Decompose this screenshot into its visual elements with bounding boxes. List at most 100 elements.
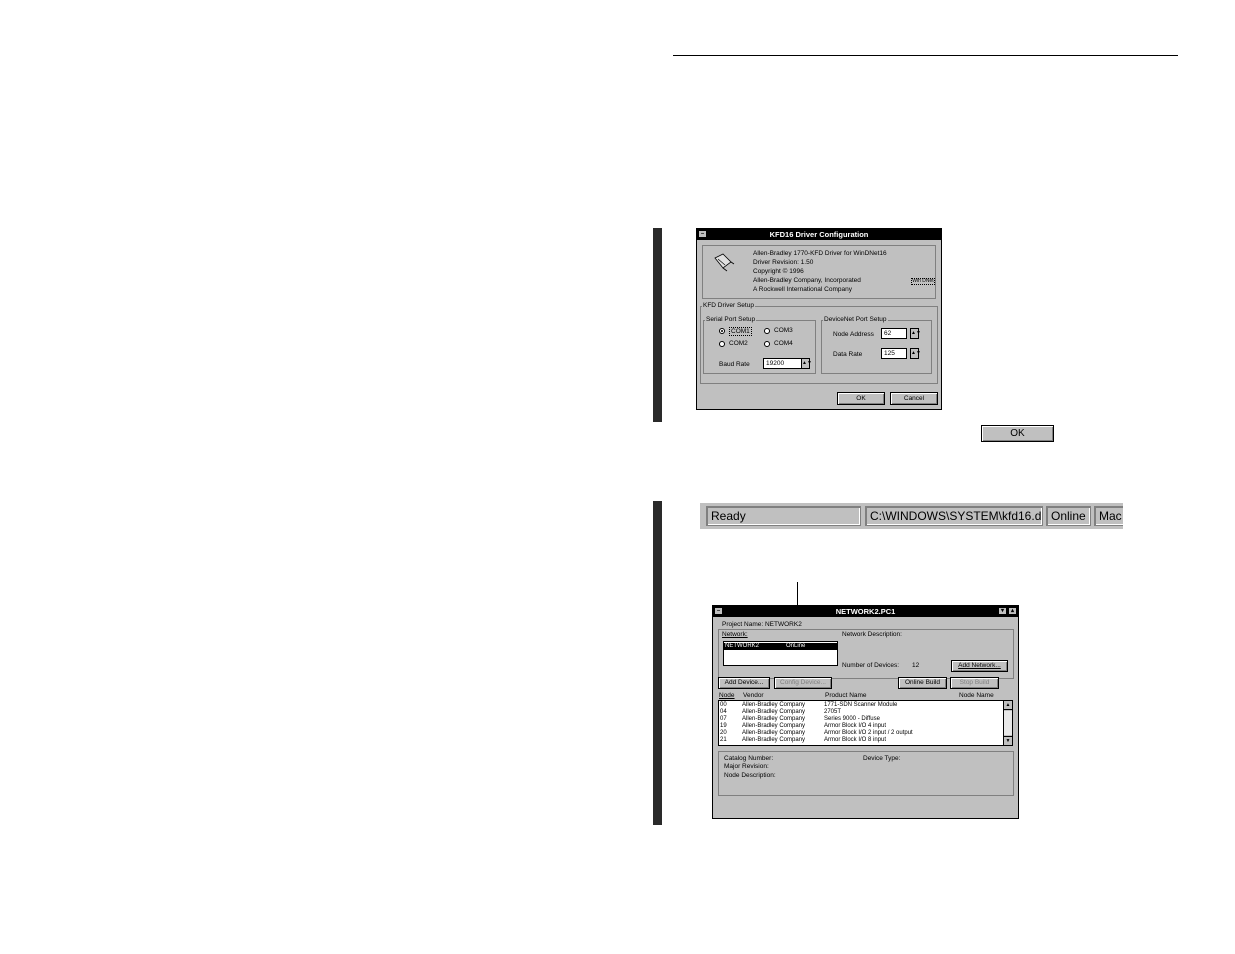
column-vendor: Vendor [743, 692, 764, 699]
dialog-title: KFD16 Driver Configuration [769, 230, 869, 239]
online-build-button[interactable]: Online Build [898, 677, 947, 689]
config-device-button[interactable]: Config Device... [774, 677, 832, 689]
row-product: 1771-SDN Scanner Module [824, 702, 898, 708]
windnet-logo: Win DNet [911, 278, 935, 285]
table-row[interactable]: 20 Allen-Bradley Company Armor Block I/O… [719, 730, 1004, 737]
node-description-label: Node Description: [724, 772, 776, 779]
row-vendor: Allen-Bradley Company [742, 702, 806, 708]
radio-com2[interactable] [719, 341, 725, 347]
device-type-label: Device Type: [863, 755, 901, 762]
row-node: 04 [720, 709, 727, 715]
number-of-devices-value: 12 [912, 662, 920, 669]
row-vendor: Allen-Bradley Company [742, 737, 806, 743]
row-vendor: Allen-Bradley Company [742, 709, 806, 715]
status-bar: Ready C:\WINDOWS\SYSTEM\kfd16.dll Online… [700, 503, 1123, 529]
network-item-name: NETWORK2 [725, 643, 760, 649]
column-product-name: Product Name [825, 692, 867, 699]
node-address-field[interactable]: 62 [881, 328, 907, 339]
row-product: Series 9000 - Diffuse [824, 716, 880, 722]
network-title: NETWORK2.PC1 [835, 607, 896, 616]
label-com3: COM3 [774, 327, 793, 334]
baud-rate-spin-button[interactable]: ▲▼ [801, 358, 812, 369]
serial-port-label: Serial Port Setup [705, 316, 757, 323]
info-line-4: Allen-Bradley Company, Incorporated [753, 277, 861, 284]
status-driver-path: C:\WINDOWS\SYSTEM\kfd16.dll [865, 506, 1043, 526]
baud-rate-label: Baud Rate [719, 361, 750, 368]
radio-com3[interactable] [764, 328, 770, 334]
device-list-scrollbar[interactable]: ▲ ▼ [1003, 701, 1012, 745]
kfd-driver-setup-label: KFD Driver Setup [702, 302, 755, 309]
dialog-ok-button[interactable]: OK [837, 392, 885, 405]
standalone-ok-button[interactable]: OK [981, 425, 1054, 442]
row-node: 21 [720, 737, 727, 743]
status-ready: Ready [706, 506, 861, 526]
stop-build-button[interactable]: Stop Build [950, 677, 999, 689]
driver-info-panel: Allen-Bradley 1770-KFD Driver for WinDNe… [702, 245, 936, 299]
network-title-bar: – NETWORK2.PC1 ▾ ▴ [713, 606, 1018, 617]
maximize-icon[interactable]: ▴ [1008, 607, 1017, 615]
number-of-devices-label: Number of Devices: [842, 662, 900, 669]
label-com2: COM2 [729, 340, 748, 347]
radio-com1[interactable] [719, 328, 725, 334]
row-vendor: Allen-Bradley Company [742, 723, 806, 729]
row-node: 19 [720, 723, 727, 729]
add-device-button[interactable]: Add Device... [718, 677, 770, 689]
margin-bar-bottom [653, 501, 662, 825]
column-node: Node [719, 692, 735, 699]
info-line-1: Allen-Bradley 1770-KFD Driver for WinDNe… [753, 250, 887, 257]
table-row[interactable]: 21 Allen-Bradley Company Armor Block I/O… [719, 737, 1004, 744]
data-rate-field[interactable]: 125 [881, 348, 907, 359]
node-address-spin-button[interactable]: ▲▼ [910, 328, 921, 339]
device-listbox[interactable]: 00 Allen-Bradley Company 1771-SDN Scanne… [718, 700, 1013, 746]
driver-plug-icon [714, 253, 735, 272]
network-window: – NETWORK2.PC1 ▾ ▴ Project Name: NETWORK… [712, 605, 1019, 819]
network-listbox[interactable]: NETWORK2 OnLine [723, 641, 838, 666]
devicenet-port-label: DeviceNet Port Setup [823, 316, 888, 323]
margin-bar-top [653, 228, 662, 422]
project-name: Project Name: NETWORK2 [722, 621, 802, 628]
network-description-label: Network Description: [842, 631, 902, 638]
row-product: 2705T [824, 709, 842, 715]
column-node-name: Node Name [959, 692, 994, 699]
row-node: 07 [720, 716, 727, 722]
status-online: Online [1046, 506, 1091, 526]
system-menu-icon[interactable]: – [698, 230, 707, 238]
baud-rate-field[interactable]: 19200 [763, 358, 803, 369]
network-label: Network: [722, 631, 748, 638]
system-menu-icon[interactable]: – [714, 607, 723, 615]
scrollbar-track[interactable] [1004, 711, 1012, 735]
scroll-up-icon[interactable]: ▲ [1004, 701, 1012, 710]
table-row[interactable]: 07 Allen-Bradley Company Series 9000 - D… [719, 716, 1004, 723]
dialog-cancel-button[interactable]: Cancel [890, 392, 938, 405]
network-item-status: OnLine [786, 643, 806, 649]
label-com1: COM1 [729, 327, 752, 336]
kfd-driver-dialog: – KFD16 Driver Configuration Allen-Bradl… [696, 228, 942, 410]
row-product: Armor Block I/O 4 input [824, 723, 887, 729]
data-rate-label: Data Rate [833, 351, 863, 358]
table-row[interactable]: 04 Allen-Bradley Company 2705T [719, 709, 1004, 716]
radio-com4[interactable] [764, 341, 770, 347]
scroll-down-icon[interactable]: ▼ [1004, 736, 1012, 745]
row-vendor: Allen-Bradley Company [742, 730, 806, 736]
label-com4: COM4 [774, 340, 793, 347]
catalog-number-label: Catalog Number: [724, 755, 774, 762]
add-network-button[interactable]: Add Network... [951, 660, 1008, 672]
row-node: 00 [720, 702, 727, 708]
row-vendor: Allen-Bradley Company [742, 716, 806, 722]
data-rate-spin-button[interactable]: ▲▼ [910, 348, 921, 359]
info-line-3: Copyright © 1996 [753, 268, 804, 275]
node-address-label: Node Address [833, 331, 874, 338]
row-node: 20 [720, 730, 727, 736]
dialog-title-bar: – KFD16 Driver Configuration [697, 229, 941, 240]
info-line-2: Driver Revision: 1.50 [753, 259, 814, 266]
table-row[interactable]: 00 Allen-Bradley Company 1771-SDN Scanne… [719, 702, 1004, 709]
table-row[interactable]: 19 Allen-Bradley Company Armor Block I/O… [719, 723, 1004, 730]
row-product: Armor Block I/O 2 input / 2 output [824, 730, 913, 736]
network-list-item[interactable]: NETWORK2 OnLine [724, 643, 837, 650]
status-extra: Mac [1094, 506, 1123, 526]
info-line-5: A Rockwell International Company [753, 286, 852, 293]
row-product: Armor Block I/O 8 input [824, 737, 887, 743]
major-revision-label: Major Revision: [724, 763, 769, 770]
minimize-icon[interactable]: ▾ [998, 607, 1007, 615]
header-rule [673, 55, 1178, 56]
